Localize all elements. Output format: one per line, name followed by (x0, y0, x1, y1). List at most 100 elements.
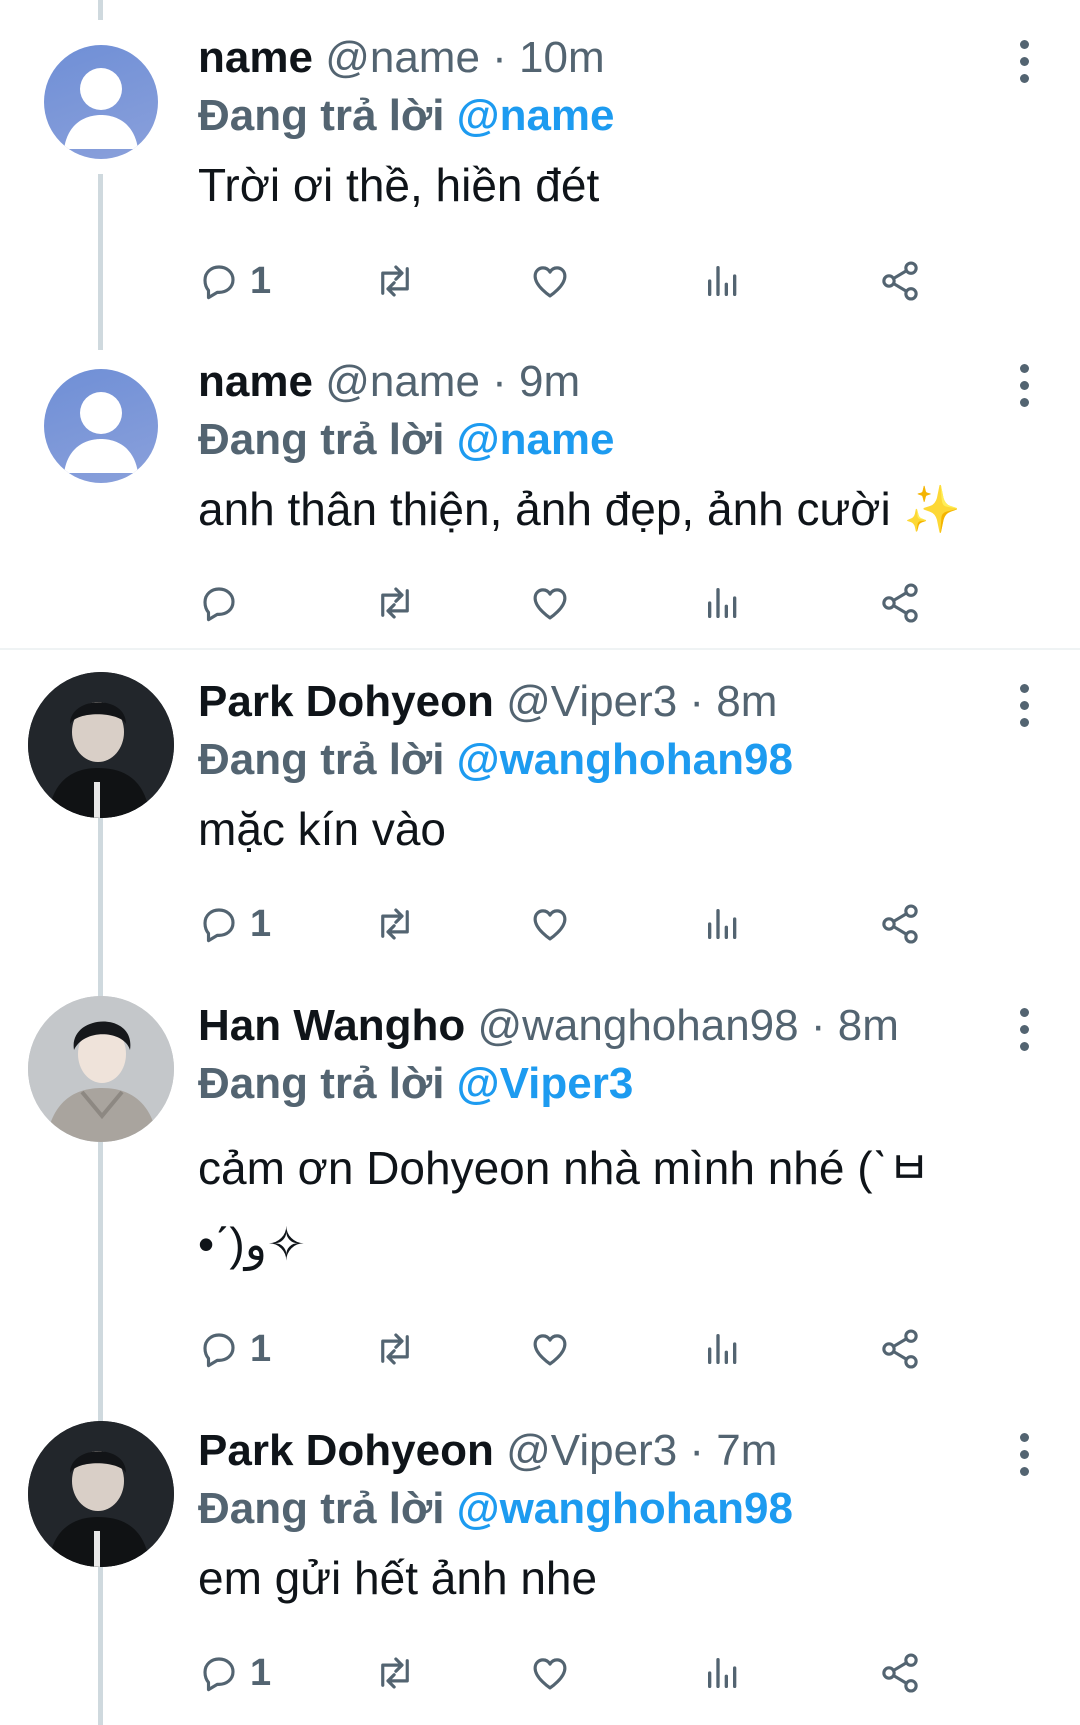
reply-button[interactable]: 1 (198, 1648, 271, 1698)
author-handle[interactable]: @Viper3 (506, 1426, 677, 1475)
more-options-icon[interactable] (1020, 1433, 1032, 1484)
tweet-header: name @name · 9m (198, 354, 1028, 410)
separator-dot: · (689, 1426, 705, 1475)
reply-icon (203, 265, 235, 300)
analytics-button[interactable] (703, 899, 743, 949)
separator-dot: · (810, 1001, 826, 1050)
like-button[interactable] (528, 578, 572, 628)
reply-prefix: Đang trả lời (198, 415, 445, 464)
photo-avatar[interactable] (28, 996, 174, 1142)
tweet-text: mặc kín vào (198, 803, 446, 855)
share-icon (882, 1653, 918, 1693)
tweet-actions: 1 (198, 256, 1018, 306)
tweet-header: Park Dohyeon @Viper3 · 8m (198, 674, 1028, 730)
reply-count: 1 (250, 902, 272, 945)
timestamp[interactable]: 9m (519, 357, 580, 406)
tweet-body: name @name · 10m Đang trả lời @name Trời… (198, 30, 1028, 222)
more-options-icon[interactable] (1020, 40, 1032, 91)
analytics-button[interactable] (703, 578, 743, 628)
thread-line (98, 1566, 103, 1725)
tweet-body: Han Wangho @wanghohan98 · 8m Đang trả lờ… (198, 998, 1028, 1282)
share-button[interactable] (878, 1648, 922, 1698)
retweet-icon (381, 1657, 409, 1689)
tweet-body: Park Dohyeon @Viper3 · 8m Đang trả lời @… (198, 674, 1028, 866)
like-button[interactable] (528, 899, 572, 949)
tweet-header: name @name · 10m (198, 30, 1028, 86)
reply-prefix: Đang trả lời (198, 735, 445, 784)
reply-prefix: Đang trả lời (198, 91, 445, 140)
like-button[interactable] (528, 1324, 572, 1374)
replying-to: Đang trả lời @wanghohan98 (198, 1479, 1028, 1539)
author-name[interactable]: Han Wangho (198, 1001, 465, 1050)
heart-icon (533, 1334, 567, 1366)
analytics-icon (708, 909, 737, 939)
retweet-icon (381, 587, 409, 619)
tweet-text: Trời ơi thề, hiền đét (198, 159, 600, 211)
separator-dot: · (689, 677, 705, 726)
thread-line (98, 174, 103, 350)
retweet-button[interactable] (372, 1648, 418, 1698)
author-handle[interactable]: @wanghohan98 (477, 1001, 798, 1050)
author-handle[interactable]: @Viper3 (506, 677, 677, 726)
photo-avatar[interactable] (28, 1421, 174, 1567)
analytics-button[interactable] (703, 256, 743, 306)
author-name[interactable]: name (198, 357, 313, 406)
more-options-icon[interactable] (1020, 684, 1032, 735)
mention-link[interactable]: @wanghohan98 (457, 1484, 793, 1533)
tweet-actions: 1 (198, 1648, 1018, 1698)
separator-dot: · (492, 33, 507, 82)
analytics-button[interactable] (703, 1324, 743, 1374)
tweet-text: em gửi hết ảnh nhe (198, 1552, 598, 1604)
replying-to: Đang trả lời @wanghohan98 (198, 730, 1028, 790)
timestamp[interactable]: 8m (838, 1001, 899, 1050)
author-handle[interactable]: @name (325, 357, 480, 406)
timestamp[interactable]: 10m (519, 33, 605, 82)
share-icon (882, 261, 918, 301)
author-name[interactable]: name (198, 33, 313, 82)
replying-to: Đang trả lời @name (198, 410, 1028, 470)
author-name[interactable]: Park Dohyeon (198, 677, 494, 726)
share-button[interactable] (878, 256, 922, 306)
mention-link[interactable]: @name (457, 91, 615, 140)
reply-button[interactable]: 1 (198, 256, 271, 306)
share-button[interactable] (878, 578, 922, 628)
reply-count: 1 (250, 1651, 272, 1694)
reply-count: 1 (250, 259, 272, 302)
mention-link[interactable]: @name (457, 415, 615, 464)
reply-button[interactable] (198, 578, 250, 628)
heart-icon (533, 266, 567, 298)
reply-icon (203, 908, 235, 943)
share-icon (882, 583, 918, 623)
reply-icon (203, 1657, 235, 1692)
timestamp[interactable]: 8m (716, 677, 777, 726)
reply-prefix: Đang trả lời (198, 1484, 445, 1533)
retweet-button[interactable] (372, 578, 418, 628)
heart-icon (533, 588, 567, 620)
retweet-icon (381, 265, 409, 297)
timestamp[interactable]: 7m (716, 1426, 777, 1475)
default-avatar[interactable] (44, 45, 158, 159)
more-options-icon[interactable] (1020, 364, 1032, 415)
like-button[interactable] (528, 256, 572, 306)
analytics-button[interactable] (703, 1648, 743, 1698)
default-avatar[interactable] (44, 369, 158, 483)
tweet-text: anh thân thiện, ảnh đẹp, ảnh cười ✨ (198, 483, 961, 535)
share-button[interactable] (878, 899, 922, 949)
author-handle[interactable]: @name (325, 33, 480, 82)
mention-link[interactable]: @Viper3 (457, 1059, 634, 1108)
mention-link[interactable]: @wanghohan98 (457, 735, 793, 784)
photo-avatar[interactable] (28, 672, 174, 818)
retweet-button[interactable] (372, 256, 418, 306)
replying-to: Đang trả lời @Viper3 (198, 1054, 1028, 1114)
retweet-button[interactable] (372, 899, 418, 949)
reply-count: 1 (250, 1327, 272, 1370)
divider (0, 648, 1080, 650)
reply-button[interactable]: 1 (198, 1324, 271, 1374)
retweet-button[interactable] (372, 1324, 418, 1374)
more-options-icon[interactable] (1020, 1008, 1032, 1059)
reply-button[interactable]: 1 (198, 899, 271, 949)
like-button[interactable] (528, 1648, 572, 1698)
author-name[interactable]: Park Dohyeon (198, 1426, 494, 1475)
share-button[interactable] (878, 1324, 922, 1374)
tweet-text: cảm ơn Dohyeon nhà mình nhé (ˋㅂ•ˊ)و✧ (198, 1142, 931, 1270)
